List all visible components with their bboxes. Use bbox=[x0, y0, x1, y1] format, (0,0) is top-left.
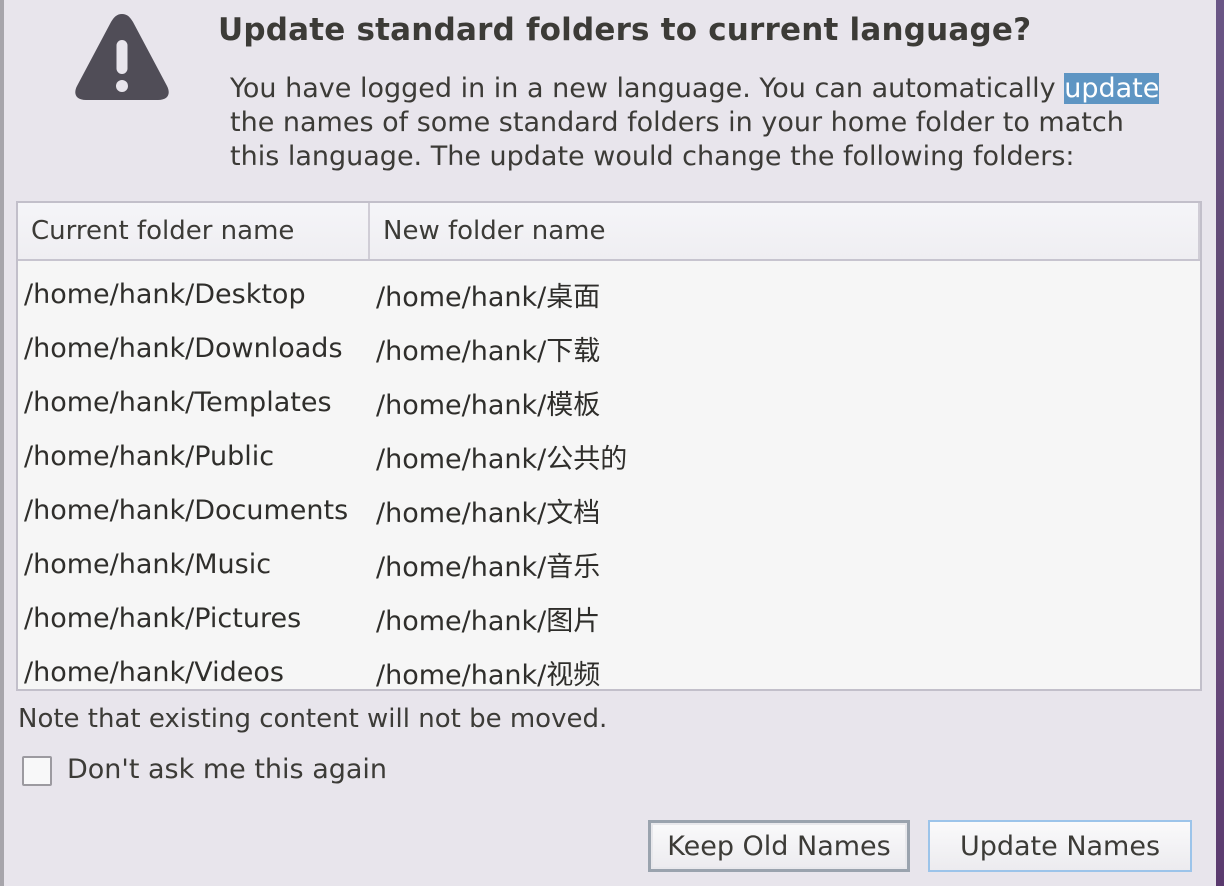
message-line-3: this language. The update would change t… bbox=[230, 141, 1075, 172]
keep-old-names-button[interactable]: Keep Old Names bbox=[648, 820, 910, 872]
table-row[interactable]: /home/hank/Pictures/home/hank/图片 bbox=[18, 591, 1200, 645]
table-header: Current folder name New folder name bbox=[18, 203, 1200, 261]
dialog-message: You have logged in in a new language. Yo… bbox=[230, 72, 1190, 174]
table-body: /home/hank/Desktop/home/hank/桌面/home/han… bbox=[18, 261, 1200, 699]
current-folder-cell: /home/hank/Desktop bbox=[24, 278, 306, 310]
current-folder-cell: /home/hank/Pictures bbox=[24, 602, 302, 634]
current-folder-cell: /home/hank/Videos bbox=[24, 656, 284, 688]
dont-ask-label[interactable]: Don't ask me this again bbox=[67, 754, 387, 785]
table-row[interactable]: /home/hank/Documents/home/hank/文档 bbox=[18, 483, 1200, 537]
new-folder-cell: /home/hank/模板 bbox=[376, 389, 601, 421]
note-text: Note that existing content will not be m… bbox=[18, 704, 608, 734]
new-folder-cell: /home/hank/图片 bbox=[376, 605, 601, 637]
table-row[interactable]: /home/hank/Music/home/hank/音乐 bbox=[18, 537, 1200, 591]
current-folder-cell: /home/hank/Templates bbox=[24, 386, 332, 418]
message-line-1: You have logged in in a new language. Yo… bbox=[230, 73, 1160, 104]
selected-text[interactable]: update bbox=[1064, 73, 1160, 104]
desktop-background-edge bbox=[1216, 0, 1224, 886]
new-folder-cell: /home/hank/下载 bbox=[376, 335, 601, 367]
column-header-new[interactable]: New folder name bbox=[370, 203, 1200, 259]
table-row[interactable]: /home/hank/Public/home/hank/公共的 bbox=[18, 429, 1200, 483]
background-window-edge bbox=[0, 0, 4, 886]
folder-table: Current folder name New folder name /hom… bbox=[16, 201, 1202, 691]
current-folder-cell: /home/hank/Public bbox=[24, 440, 275, 472]
message-line-2: the names of some standard folders in yo… bbox=[230, 107, 1124, 138]
dialog-title: Update standard folders to current langu… bbox=[218, 12, 1032, 48]
new-folder-cell: /home/hank/文档 bbox=[376, 497, 601, 529]
new-folder-cell: /home/hank/公共的 bbox=[376, 443, 628, 475]
update-names-button[interactable]: Update Names bbox=[928, 820, 1192, 872]
table-row[interactable]: /home/hank/Downloads/home/hank/下载 bbox=[18, 321, 1200, 375]
current-folder-cell: /home/hank/Documents bbox=[24, 494, 349, 526]
table-row[interactable]: /home/hank/Videos/home/hank/视频 bbox=[18, 645, 1200, 699]
table-row[interactable]: /home/hank/Templates/home/hank/模板 bbox=[18, 375, 1200, 429]
new-folder-cell: /home/hank/桌面 bbox=[376, 281, 601, 313]
table-row[interactable]: /home/hank/Desktop/home/hank/桌面 bbox=[18, 267, 1200, 321]
dont-ask-checkbox[interactable] bbox=[22, 756, 52, 786]
current-folder-cell: /home/hank/Downloads bbox=[24, 332, 343, 364]
warning-icon bbox=[75, 14, 169, 100]
column-header-current[interactable]: Current folder name bbox=[18, 203, 370, 259]
new-folder-cell: /home/hank/音乐 bbox=[376, 551, 601, 583]
new-folder-cell: /home/hank/视频 bbox=[376, 659, 601, 691]
current-folder-cell: /home/hank/Music bbox=[24, 548, 272, 580]
